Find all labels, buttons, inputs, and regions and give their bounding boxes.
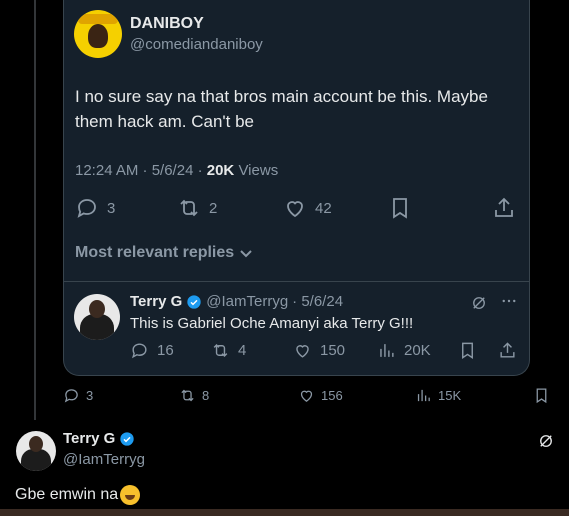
- reply-count: 3: [107, 199, 116, 217]
- rofl-emoji-icon: [120, 485, 141, 505]
- analytics-icon: [380, 344, 394, 357]
- daniboy-avatar[interactable]: [74, 10, 122, 58]
- reply-icon: [64, 389, 78, 403]
- repost-icon: [213, 343, 228, 358]
- outer-like-count: 156: [321, 388, 343, 403]
- reply-author-name[interactable]: Terry G: [130, 293, 182, 310]
- outer-views-count: 15K: [438, 388, 462, 403]
- reply-icon: [77, 199, 96, 218]
- reply-like-count: 150: [320, 342, 346, 359]
- reply-reply-count: 16: [157, 342, 174, 359]
- grok-icon: [473, 297, 485, 309]
- share-icon: [500, 342, 515, 358]
- next-content-strip: [0, 509, 569, 516]
- reply-icon: [132, 343, 147, 359]
- heart-icon: [287, 201, 303, 218]
- outer-reply-count: 3: [86, 388, 94, 403]
- share-button[interactable]: [492, 196, 516, 220]
- outer-repost-count: 8: [202, 388, 210, 403]
- more-icon: [502, 299, 516, 303]
- verified-badge-icon: [120, 431, 134, 446]
- outer-reply-button[interactable]: 3: [63, 387, 93, 404]
- reply-date[interactable]: · 5/6/24: [292, 293, 343, 310]
- grok-button[interactable]: [470, 294, 488, 317]
- reply-actions: 16 4 150 20K: [64, 341, 529, 361]
- bottom-tweet-text-row: Gbe emwin na: [15, 485, 141, 505]
- more-options-button[interactable]: [500, 292, 518, 315]
- heart-icon: [300, 390, 313, 402]
- reply-views-count: 20K: [404, 342, 431, 359]
- most-relevant-replies-dropdown[interactable]: Most relevant replies: [75, 244, 254, 262]
- bottom-tweet-text: Gbe emwin na: [15, 486, 119, 503]
- bottom-tweet-header: Terry G: [63, 430, 135, 447]
- bookmark-icon: [393, 198, 407, 219]
- outer-like-button[interactable]: 156: [298, 387, 343, 404]
- quoted-author-handle[interactable]: @comediandaniboy: [130, 36, 263, 53]
- most-relevant-label: Most relevant replies: [75, 244, 235, 261]
- reply-reply-button[interactable]: 16: [130, 341, 174, 360]
- share-icon: [495, 197, 513, 217]
- quoted-tweet-actions: 3 2 42: [64, 196, 529, 222]
- repost-button[interactable]: 2: [177, 196, 217, 220]
- heart-icon: [296, 345, 309, 358]
- repost-icon: [180, 199, 198, 217]
- reply-like-button[interactable]: 150: [293, 341, 345, 360]
- reply-share-button[interactable]: [498, 341, 517, 360]
- quoted-tweet-text: I no sure say na that bros main account …: [75, 87, 488, 131]
- outer-views-button[interactable]: 15K: [415, 387, 461, 404]
- bottom-author-name[interactable]: Terry G: [63, 430, 115, 447]
- outer-bookmark-button[interactable]: [533, 387, 550, 404]
- grok-icon: [540, 435, 552, 447]
- outer-tweet-actions: 3 8 156 15K: [0, 387, 569, 407]
- bookmark-icon: [462, 342, 473, 359]
- quoted-tweet-card[interactable]: DANIBOY @comediandaniboy I no sure say n…: [63, 0, 530, 376]
- like-count: 42: [315, 199, 332, 217]
- reply-author-handle[interactable]: @IamTerryg: [206, 293, 288, 310]
- reply-views-button[interactable]: 20K: [377, 341, 431, 360]
- quoted-tweet-time[interactable]: 12:24 AM · 5/6/24 ·: [75, 162, 207, 179]
- like-button[interactable]: 42: [283, 196, 332, 220]
- chevron-down-icon: [240, 250, 252, 258]
- repost-icon: [181, 389, 194, 402]
- bottom-author-handle[interactable]: @IamTerryg: [63, 451, 145, 468]
- outer-repost-button[interactable]: 8: [179, 387, 209, 404]
- analytics-icon: [417, 389, 430, 402]
- bookmark-icon: [536, 388, 547, 404]
- terryg-reply-avatar[interactable]: [74, 294, 120, 340]
- reply-bookmark-button[interactable]: [458, 341, 477, 360]
- reply-header: Terry G @IamTerryg · 5/6/24: [130, 293, 343, 310]
- reply-repost-button[interactable]: 4: [211, 341, 246, 360]
- bookmark-button[interactable]: [388, 196, 412, 220]
- divider: [64, 281, 529, 282]
- thread-line: [34, 0, 36, 420]
- quoted-author-name[interactable]: DANIBOY: [130, 15, 204, 33]
- verified-badge-icon: [187, 294, 201, 309]
- reply-text: This is Gabriel Oche Amanyi aka Terry G!…: [130, 315, 414, 332]
- reply-button[interactable]: 3: [75, 196, 115, 220]
- repost-count: 2: [209, 199, 218, 217]
- reply-repost-count: 4: [238, 342, 247, 359]
- bottom-grok-button[interactable]: [537, 432, 555, 455]
- quoted-tweet-meta: 12:24 AM · 5/6/24 · 20K Views: [75, 162, 278, 179]
- quoted-views-label: Views: [234, 162, 279, 179]
- terryg-avatar[interactable]: [16, 431, 56, 471]
- quoted-views-count: 20K: [206, 162, 235, 179]
